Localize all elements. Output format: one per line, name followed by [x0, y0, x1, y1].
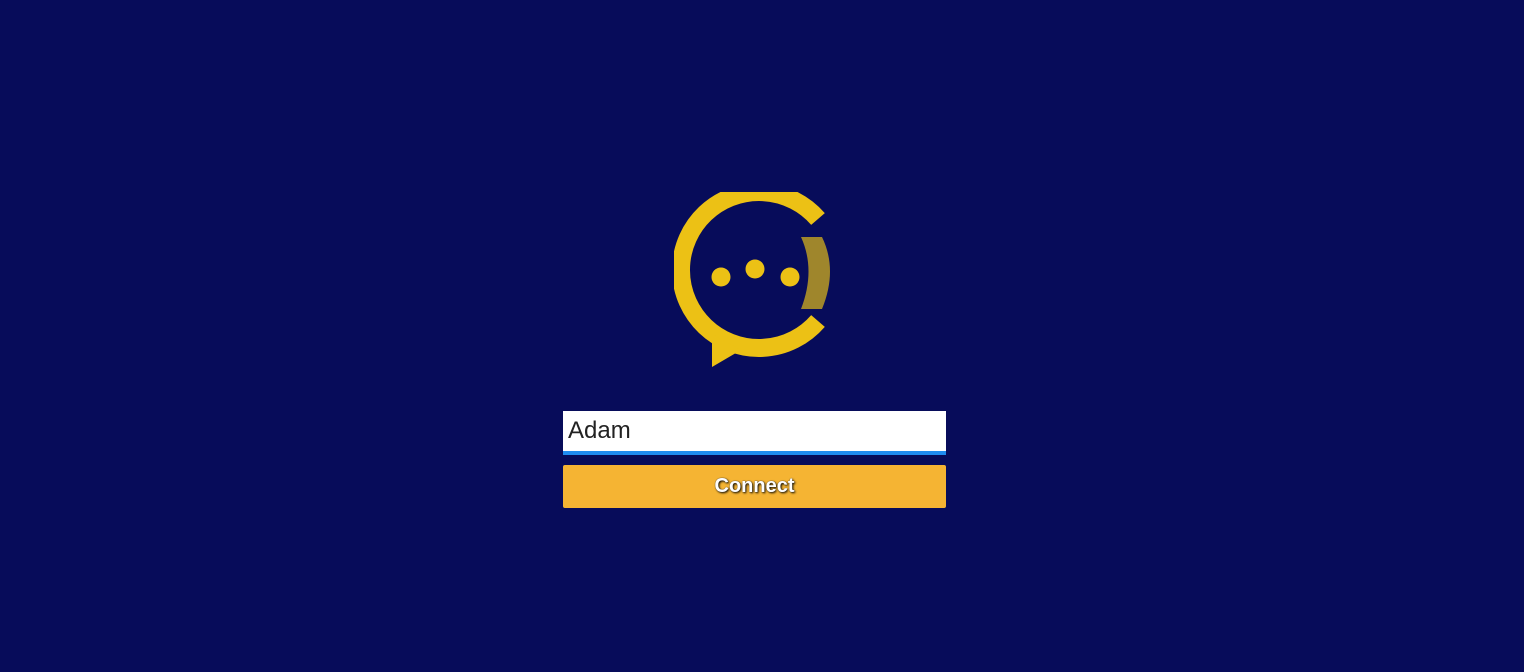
login-page: Connect	[0, 0, 1524, 672]
chat-logo	[674, 192, 836, 370]
name-input[interactable]	[563, 411, 946, 455]
chat-bubble-logo-icon	[674, 192, 830, 367]
connect-button[interactable]: Connect	[563, 465, 946, 508]
login-form: Connect	[563, 411, 946, 508]
